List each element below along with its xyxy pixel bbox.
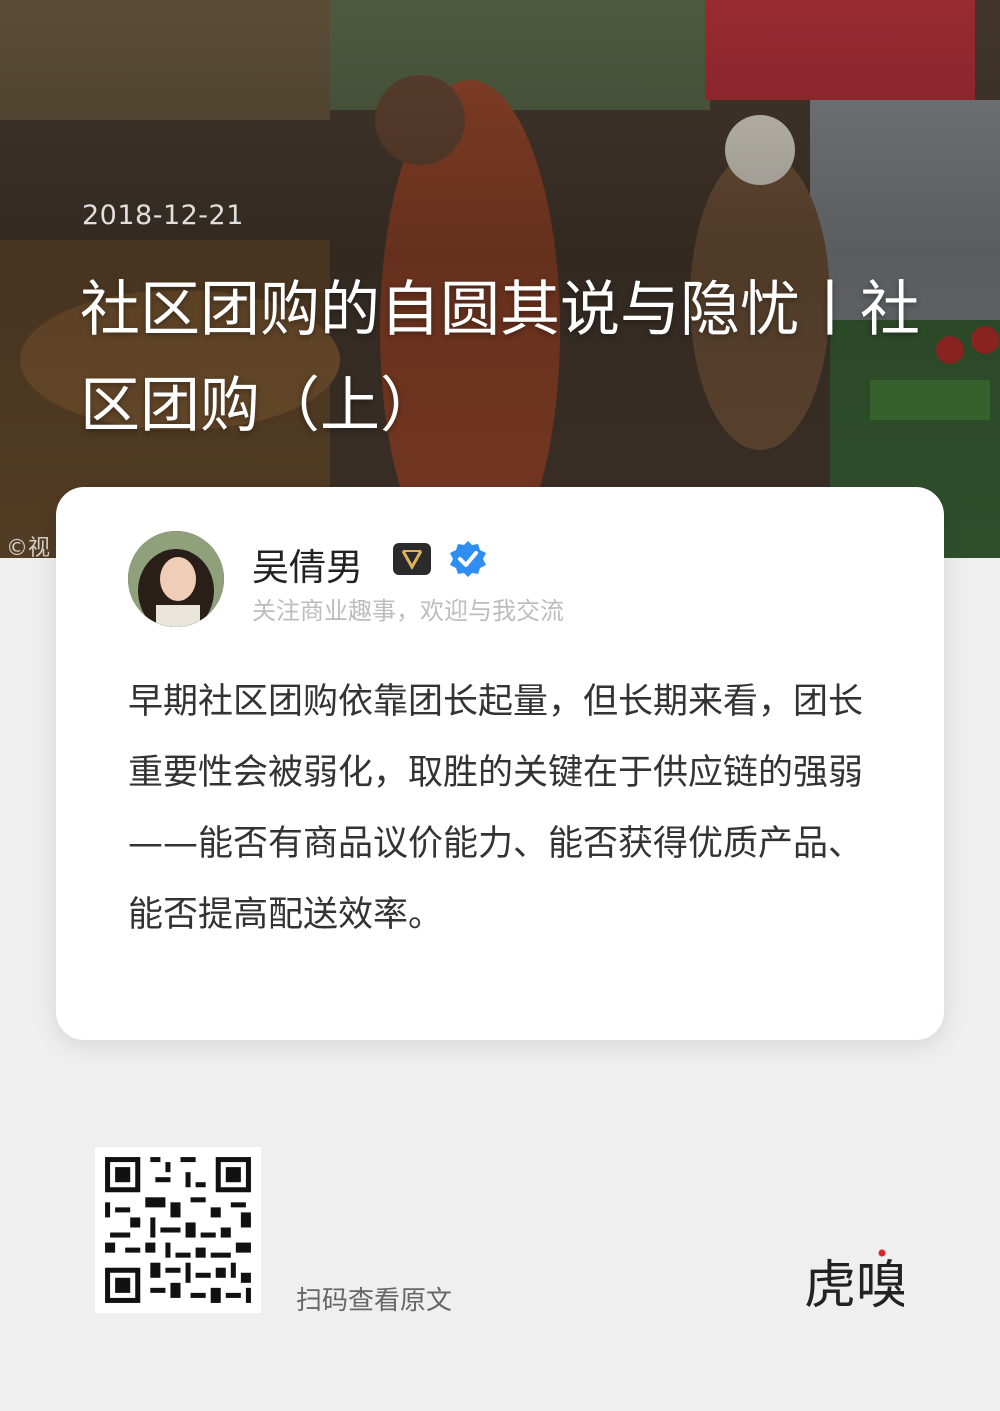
avatar[interactable]: [128, 531, 224, 627]
scan-to-read-label: 扫码查看原文: [296, 1286, 453, 1316]
avatar-portrait-icon: [128, 531, 224, 627]
author-name[interactable]: 吴倩男: [252, 537, 363, 591]
article-excerpt: 早期社区团购依靠团长起量，但长期来看，团长重要性会被弱化，取胜的关键在于供应链的…: [128, 682, 864, 935]
verified-icon: [450, 541, 486, 577]
qr-code[interactable]: [95, 1147, 261, 1313]
photo-watermark: ©视: [6, 536, 51, 558]
author-bio: 关注商业趣事，欢迎与我交流: [252, 597, 564, 625]
svg-text:虎嗅: 虎嗅: [804, 1256, 904, 1315]
header-image: 2018-12-21 社区团购的自圆其说与隐忧丨社区团购（上） ©视: [0, 0, 1000, 558]
vip-badge-icon: [393, 543, 431, 575]
article-title: 社区团购的自圆其说与隐忧丨社区团购（上）: [80, 275, 920, 441]
author-card: 吴倩男 关注商业趣事，欢迎与我交流 早期社区团购依靠团长起量，但长期来看，团长重…: [56, 487, 944, 1040]
publish-date: 2018-12-21: [82, 200, 244, 231]
qr-code-icon: [95, 1147, 261, 1313]
brand-logo-icon: 虎嗅: [804, 1249, 904, 1315]
